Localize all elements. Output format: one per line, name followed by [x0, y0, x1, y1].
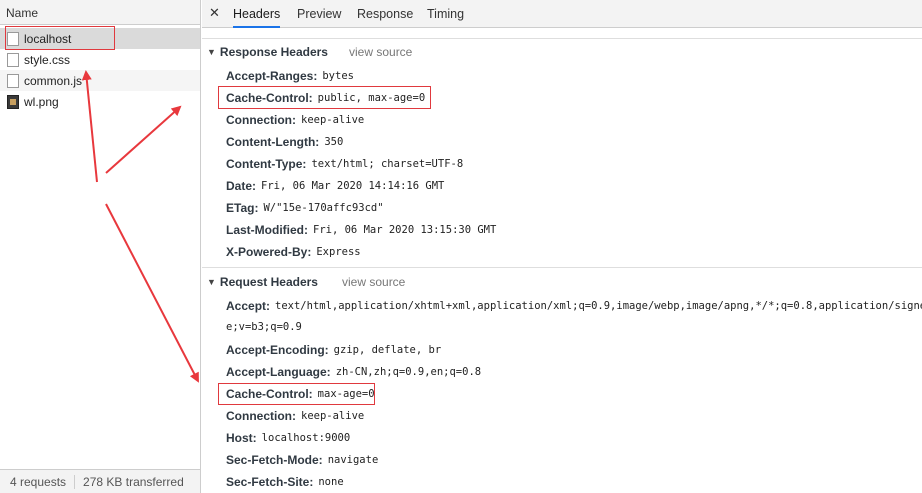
details-tabbar: ✕ Headers Preview Response Timing: [202, 0, 922, 28]
request-header-row: Accept: text/html,application/xhtml+xml,…: [226, 295, 922, 317]
header-value: none: [318, 476, 344, 488]
header-name: Sec-Fetch-Site:: [226, 475, 314, 489]
tab-timing[interactable]: Timing: [427, 0, 464, 28]
tab-headers[interactable]: Headers: [233, 0, 281, 28]
request-count: 4 requests: [10, 474, 67, 489]
header-value: keep-alive: [301, 410, 365, 422]
tab-preview[interactable]: Preview: [297, 0, 341, 28]
header-value-continuation: e;v=b3;q=0.9: [226, 321, 302, 333]
tab-response[interactable]: Response: [357, 0, 413, 28]
request-header-row: Connection: keep-alive: [226, 405, 364, 427]
header-value: W/"15e-170affc93cd": [263, 202, 384, 214]
request-header-row: Sec-Fetch-Mode: navigate: [226, 449, 378, 471]
details-panel: ✕ Headers Preview Response Timing ▼ Resp…: [202, 0, 922, 493]
header-name: Accept-Language:: [226, 365, 331, 379]
header-value: text/html,application/xhtml+xml,applicat…: [275, 300, 922, 312]
header-name: ETag:: [226, 201, 259, 215]
header-name: Content-Type:: [226, 157, 307, 171]
response-header-row: X-Powered-By: Express: [226, 241, 361, 263]
status-bar: 4 requests 278 KB transferred: [0, 469, 200, 493]
annotation-box-localhost: [5, 26, 115, 50]
header-value: bytes: [322, 70, 354, 82]
response-header-row: ETag: W/"15e-170affc93cd": [226, 197, 384, 219]
request-name: style.css: [24, 52, 71, 67]
section-divider: [202, 267, 922, 268]
response-headers-toggle[interactable]: ▼ Response Headers: [202, 40, 922, 64]
header-name: Sec-Fetch-Mode:: [226, 453, 323, 467]
header-name: Content-Length:: [226, 135, 320, 149]
header-value: 350: [324, 136, 344, 148]
header-value: navigate: [327, 454, 379, 466]
close-icon[interactable]: ✕: [209, 5, 220, 21]
header-value: text/html; charset=UTF-8: [311, 158, 464, 170]
annotation-box-response-cache-control: [218, 86, 431, 109]
header-name: Host:: [226, 431, 257, 445]
request-row-common-js[interactable]: common.js: [0, 70, 200, 91]
header-name: Connection:: [226, 113, 296, 127]
caret-down-icon: ▼: [207, 47, 216, 57]
document-icon: [7, 73, 19, 88]
header-value: keep-alive: [301, 114, 365, 126]
response-headers-title: Response Headers: [219, 45, 328, 59]
header-name: X-Powered-By:: [226, 245, 312, 259]
header-value: localhost:9000: [261, 432, 351, 444]
request-headers-toggle[interactable]: ▼ Request Headers: [202, 270, 922, 294]
caret-down-icon: ▼: [207, 277, 216, 287]
request-header-row: Accept-Language: zh-CN,zh;q=0.9,en;q=0.8: [226, 361, 481, 383]
request-row-wl-png[interactable]: wl.png: [0, 91, 200, 112]
requests-panel: Name localhost style.css common.js wl.pn…: [0, 0, 201, 493]
header-value: zh-CN,zh;q=0.9,en;q=0.8: [335, 366, 482, 378]
response-header-row: Content-Length: 350: [226, 131, 343, 153]
response-header-row: Accept-Ranges: bytes: [226, 65, 354, 87]
request-header-row: Accept-Encoding: gzip, deflate, br: [226, 339, 441, 361]
header-value: Fri, 06 Mar 2020 14:14:16 GMT: [261, 180, 445, 192]
request-name: common.js: [24, 73, 83, 88]
response-header-row: Content-Type: text/html; charset=UTF-8: [226, 153, 463, 175]
request-view-source-link[interactable]: view source: [342, 275, 405, 289]
request-name: wl.png: [24, 94, 59, 109]
request-row-style-css[interactable]: style.css: [0, 49, 200, 70]
header-value: Express: [316, 246, 361, 258]
image-icon: [7, 94, 19, 109]
transferred-size: 278 KB transferred: [83, 474, 184, 489]
header-name: Accept-Ranges:: [226, 69, 318, 83]
request-headers-title: Request Headers: [219, 275, 318, 289]
document-icon: [7, 52, 19, 67]
header-name: Accept:: [226, 299, 271, 313]
response-view-source-link[interactable]: view source: [349, 45, 412, 59]
header-name: Accept-Encoding:: [226, 343, 329, 357]
status-divider: [74, 474, 76, 489]
name-column-header[interactable]: Name: [0, 0, 200, 25]
response-header-row: Last-Modified: Fri, 06 Mar 2020 13:15:30…: [226, 219, 496, 241]
header-name: Date:: [226, 179, 257, 193]
header-value: Fri, 06 Mar 2020 13:15:30 GMT: [313, 224, 497, 236]
response-header-row: Date: Fri, 06 Mar 2020 14:14:16 GMT: [226, 175, 444, 197]
header-name: Connection:: [226, 409, 296, 423]
request-header-row: Host: localhost:9000: [226, 427, 350, 449]
header-name: Last-Modified:: [226, 223, 308, 237]
response-header-row: Connection: keep-alive: [226, 109, 364, 131]
section-divider: [202, 38, 922, 39]
header-value: gzip, deflate, br: [333, 344, 442, 356]
request-header-row: Sec-Fetch-Site: none: [226, 471, 344, 493]
annotation-box-request-cache-control: [218, 383, 375, 405]
